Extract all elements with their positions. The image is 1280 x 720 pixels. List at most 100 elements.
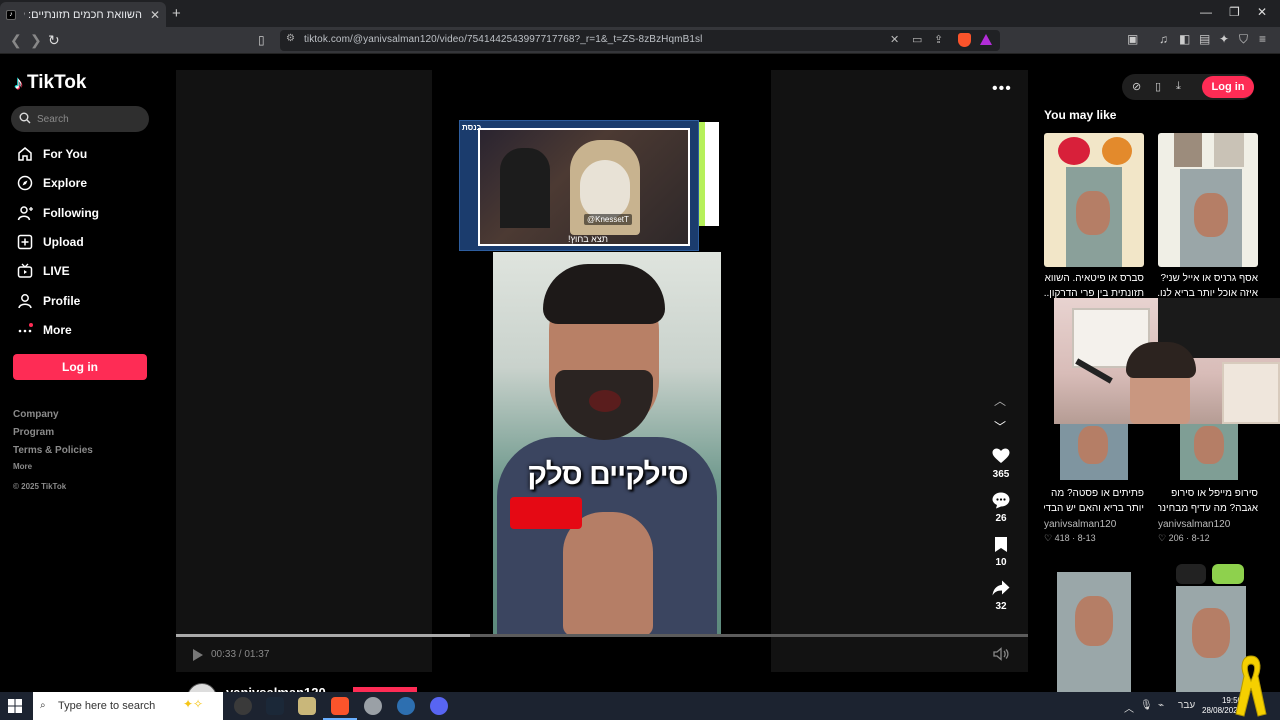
- video-progress-bar[interactable]: [176, 634, 1028, 637]
- save-count: 10: [995, 557, 1007, 568]
- suggested-video-thumbnail[interactable]: [1057, 572, 1131, 692]
- login-button[interactable]: Log in: [13, 354, 147, 380]
- discord-icon[interactable]: [430, 697, 448, 715]
- cast-icon[interactable]: ▭: [912, 33, 922, 46]
- device-icon[interactable]: ▯: [1155, 80, 1161, 93]
- suggested-video-card[interactable]: סירופ מייפל או סירופ אגבה? מה עדיף מבחינ…: [1158, 424, 1258, 544]
- windows-start-icon[interactable]: [8, 699, 22, 713]
- footer-more-link[interactable]: More: [13, 462, 32, 471]
- brave-shields-icon[interactable]: [958, 33, 971, 47]
- thumb-face: [1194, 426, 1224, 464]
- nav-more[interactable]: More: [16, 319, 72, 341]
- like-count: 365: [992, 469, 1010, 480]
- minimize-button[interactable]: —: [1200, 5, 1212, 19]
- video-menu-icon[interactable]: •••: [992, 80, 1012, 98]
- language-indicator[interactable]: עבר: [1178, 700, 1195, 711]
- share-button[interactable]: 32: [986, 578, 1016, 612]
- bookmark-icon[interactable]: ▯: [258, 33, 265, 47]
- new-tab-button[interactable]: +: [172, 5, 181, 22]
- restore-button[interactable]: ❐: [1229, 5, 1240, 19]
- card-caption: סברס או פיטאיה. השוואה: [1044, 273, 1144, 284]
- sparkle-icon: ✦✧: [183, 697, 204, 711]
- steam-icon[interactable]: [266, 697, 284, 715]
- video-thumbnail: [1060, 424, 1128, 480]
- thumb-face: [1075, 596, 1113, 646]
- live-icon: [16, 263, 33, 280]
- comment-count: 26: [995, 513, 1007, 524]
- right-login-button[interactable]: Log in: [1202, 76, 1254, 98]
- reload-icon[interactable]: ↻: [48, 32, 60, 49]
- network-icon[interactable]: ⌁: [1158, 700, 1164, 711]
- video-thumbnail: [1180, 424, 1238, 480]
- video-thumbnail: [1158, 133, 1258, 267]
- nav-profile[interactable]: Profile: [16, 290, 80, 312]
- tiktok-logo[interactable]: ♪ TikTok: [14, 72, 86, 94]
- thumb-item: [1176, 564, 1206, 584]
- menu-icon[interactable]: ≡: [1259, 32, 1266, 46]
- suggested-video-card[interactable]: סברס או פיטאיה. השוואה תזונתית בין פרי ה…: [1044, 133, 1144, 301]
- card-caption: אגבה? מה עדיף מבחינה...: [1158, 503, 1258, 514]
- inset-picture: @KnessetT תצא בחוץ!: [478, 128, 690, 246]
- forward-icon[interactable]: ❯: [30, 32, 42, 49]
- music-icon[interactable]: ♫: [1159, 32, 1168, 46]
- tab-close-icon[interactable]: ✕: [150, 8, 160, 22]
- comment-icon: [986, 490, 1016, 510]
- wallet-icon[interactable]: ▤: [1199, 32, 1210, 46]
- search-input[interactable]: [37, 110, 142, 128]
- footer-program-link[interactable]: Program: [13, 427, 54, 438]
- site-info-icon[interactable]: ⚙: [286, 33, 295, 44]
- browser-tab[interactable]: ♪ השוואת חכמים תזונתיים: קולורב ✕: [0, 2, 166, 27]
- back-icon[interactable]: ❮: [10, 32, 22, 49]
- next-video-icon[interactable]: ﹀: [994, 418, 1006, 435]
- nav-for-you[interactable]: For You: [16, 143, 87, 165]
- like-button[interactable]: 365: [986, 446, 1016, 480]
- close-window-button[interactable]: ✕: [1257, 5, 1267, 19]
- suggested-video-card[interactable]: אסף גרניס או אייל שני? איזה אוכל יותר בר…: [1158, 133, 1258, 301]
- footer-company-link[interactable]: Company: [13, 409, 59, 420]
- translate-icon[interactable]: ✕: [890, 33, 899, 46]
- app-icon[interactable]: [234, 697, 252, 715]
- nav-live[interactable]: LIVE: [16, 260, 70, 282]
- vpn-icon[interactable]: ⛉: [1239, 32, 1248, 47]
- windows-taskbar: ⌕ Type here to search ✦✧ ︿ 🎙 ⌁ עבר 19:50…: [0, 692, 1280, 720]
- app-icon[interactable]: [397, 697, 415, 715]
- upload-icon: [16, 234, 33, 251]
- tray-chevron-icon[interactable]: ︿: [1124, 700, 1134, 715]
- leo-ai-icon[interactable]: ✦: [1219, 32, 1229, 46]
- taskbar-search[interactable]: ⌕ Type here to search ✦✧: [33, 692, 223, 720]
- download-icon[interactable]: ⤓: [1176, 80, 1181, 93]
- address-bar[interactable]: ⚙ tiktok.com/@yanivsalman120/video/75414…: [280, 30, 1000, 51]
- explore-compass-icon[interactable]: ⊘: [1132, 80, 1141, 93]
- person-hands: [563, 512, 653, 636]
- nav-explore[interactable]: Explore: [16, 172, 87, 194]
- app-icon[interactable]: [364, 697, 382, 715]
- search-box[interactable]: [11, 106, 149, 132]
- heart-outline-icon: ♡: [1044, 533, 1053, 543]
- comment-button[interactable]: 26: [986, 490, 1016, 524]
- footer-terms-link[interactable]: Terms & Policies: [13, 445, 93, 456]
- volume-icon[interactable]: [993, 647, 1009, 661]
- reader-icon[interactable]: ◧: [1179, 32, 1190, 46]
- video-overlay-text: סילקיים סלק: [527, 458, 688, 491]
- save-button[interactable]: 10: [986, 534, 1016, 568]
- share-icon[interactable]: ⇪: [934, 33, 943, 46]
- heart-outline-icon: ♡: [1158, 533, 1167, 543]
- browser-tab-bar: ♪ השוואת חכמים תזונתיים: קולורב ✕ + — ❐ …: [0, 0, 1280, 27]
- heart-icon: [986, 446, 1016, 466]
- webcam-person-hair: [1126, 342, 1196, 378]
- suggested-video-card[interactable]: פתיתים או פסטה? מה יותר בריא והאם יש הבד…: [1044, 424, 1144, 544]
- card-username[interactable]: yanivsalman120: [1158, 519, 1258, 530]
- nav-upload[interactable]: Upload: [16, 231, 84, 253]
- previous-video-icon[interactable]: ︿: [994, 392, 1006, 409]
- brave-rewards-icon[interactable]: [980, 34, 992, 45]
- card-username[interactable]: yanivsalman120: [1044, 519, 1144, 530]
- inset-tag: @KnessetT: [584, 214, 632, 225]
- nav-following[interactable]: Following: [16, 202, 99, 224]
- microphone-icon[interactable]: 🎙: [1140, 700, 1153, 711]
- video-time: 00:33 / 01:37: [211, 649, 270, 660]
- thumb-face: [1192, 608, 1230, 658]
- file-explorer-icon[interactable]: [298, 697, 316, 715]
- brave-browser-icon[interactable]: [331, 697, 349, 715]
- play-icon[interactable]: [192, 648, 204, 662]
- sidebar-toggle-icon[interactable]: ▣: [1127, 32, 1138, 46]
